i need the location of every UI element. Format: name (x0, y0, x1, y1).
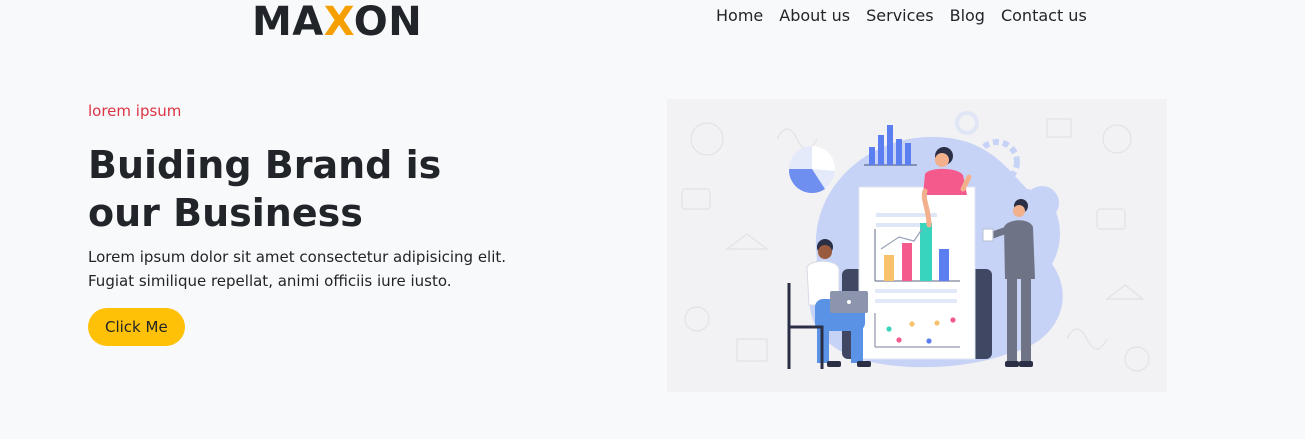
click-me-button[interactable]: Click Me (88, 308, 185, 346)
brand-logo[interactable]: MAXON (252, 0, 422, 44)
hero-illustration (667, 99, 1167, 392)
brand-suffix: ON (353, 0, 423, 45)
small-gear-icon (955, 111, 979, 135)
brand-accent: X (323, 0, 354, 45)
hero-headline: Buiding Brand is our Business (88, 143, 442, 235)
blob-circle (1025, 186, 1059, 220)
brand-prefix: MA (252, 0, 324, 45)
page: MAXON Home About us Services Blog Contac… (0, 0, 1305, 439)
main-nav: Home About us Services Blog Contact us (716, 5, 1087, 27)
nav-blog[interactable]: Blog (950, 5, 985, 27)
top-bar-chart-icon (864, 125, 917, 166)
nav-home[interactable]: Home (716, 5, 763, 27)
business-illustration-svg (681, 111, 1150, 372)
nav-contact-us[interactable]: Contact us (1001, 5, 1087, 27)
report-document (858, 186, 976, 360)
hero-eyebrow: lorem ipsum (88, 102, 182, 120)
hero-lead: Lorem ipsum dolor sit amet consectetur a… (88, 248, 507, 290)
nav-about-us[interactable]: About us (779, 5, 850, 27)
nav-services[interactable]: Services (866, 5, 933, 27)
